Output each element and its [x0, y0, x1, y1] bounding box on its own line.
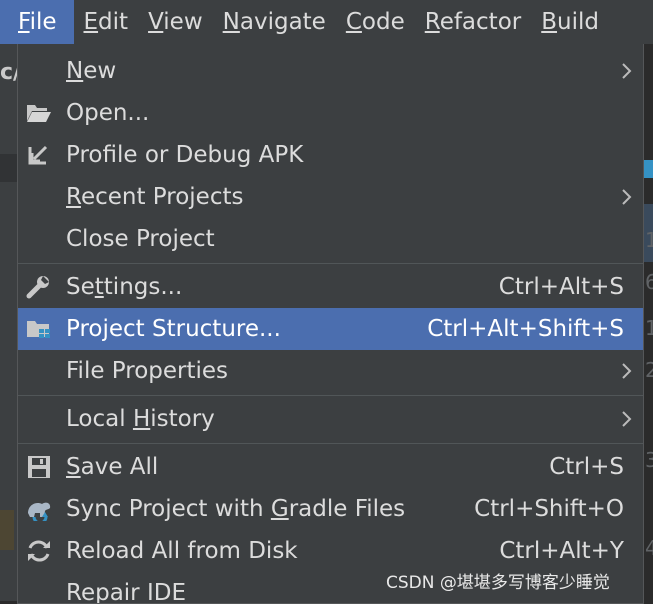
menu-item-open[interactable]: Open... [18, 92, 643, 134]
file-menu-dropdown: New Open... Profile or Debug APK Recent … [17, 44, 644, 604]
menu-item-shortcut: Ctrl+Alt+S [498, 274, 624, 300]
chevron-right-icon [622, 63, 632, 79]
menu-label: ode [361, 9, 405, 35]
menu-mnemonic: E [83, 9, 99, 35]
menu-item-label: Project Structure... [66, 316, 281, 342]
menu-item-label: Sync Project with Gradle Files [66, 496, 406, 522]
menu-item-new[interactable]: New [18, 50, 643, 92]
menu-bar: File Edit View Navigate Code Refactor Bu… [0, 0, 653, 44]
menu-item-label: Repair IDE [66, 580, 186, 604]
menu-label: dit [98, 9, 129, 35]
menu-separator [18, 395, 643, 396]
folder-open-icon [27, 105, 51, 122]
menu-item-label: New [66, 58, 117, 84]
menu-item-shortcut: Ctrl+Alt+Shift+S [427, 316, 624, 342]
gradle-sync-icon [28, 502, 51, 521]
menu-mnemonic: F [18, 9, 30, 35]
menu-label: iew [163, 9, 203, 35]
menu-view[interactable]: View [138, 0, 213, 44]
menu-mnemonic: B [541, 9, 558, 35]
menu-label: uild [557, 9, 599, 35]
menu-item-label: Open... [66, 100, 150, 126]
menu-item-save-all[interactable]: Save All Ctrl+S [18, 446, 643, 488]
editor-highlight [0, 510, 14, 550]
menu-label: ile [29, 9, 57, 35]
menu-label: avigate [239, 9, 326, 35]
line-number: 1 [645, 228, 653, 252]
menu-item-profile-debug-apk[interactable]: Profile or Debug APK [18, 134, 643, 176]
menu-item-label: Local History [66, 406, 215, 432]
menu-item-recent-projects[interactable]: Recent Projects [18, 176, 643, 218]
menu-item-file-properties[interactable]: File Properties [18, 350, 643, 392]
menu-item-shortcut: Ctrl+S [549, 454, 624, 480]
menu-separator [18, 443, 643, 444]
menu-label: efactor [439, 9, 522, 35]
ide-left-panel [0, 44, 18, 601]
chevron-right-icon [622, 411, 632, 427]
wrench-icon [26, 276, 49, 299]
menu-item-project-structure[interactable]: Project Structure... Ctrl+Alt+Shift+S [18, 308, 643, 350]
menu-item-label: File Properties [66, 358, 229, 384]
menu-mnemonic: C [345, 9, 362, 35]
menu-item-label: Settings... [66, 274, 183, 300]
menu-item-label: Save All [66, 454, 159, 480]
menu-item-close-project[interactable]: Close Project [18, 218, 643, 260]
menu-item-local-history[interactable]: Local History [18, 398, 643, 440]
watermark: CSDN @堪堪多写博客少睡觉 [386, 573, 610, 593]
line-number: 4 [645, 536, 653, 560]
menu-build[interactable]: Build [531, 0, 609, 44]
menu-code[interactable]: Code [336, 0, 415, 44]
menu-item-settings[interactable]: Settings... Ctrl+Alt+S [18, 266, 643, 308]
save-icon [28, 456, 50, 478]
line-number: 3 [645, 448, 653, 472]
menu-item-sync-gradle[interactable]: Sync Project with Gradle Files Ctrl+Shif… [18, 488, 643, 530]
menu-item-reload-from-disk[interactable]: Reload All from Disk Ctrl+Alt+Y [18, 530, 643, 572]
menu-item-shortcut: Ctrl+Alt+Y [499, 538, 624, 564]
chevron-right-icon [622, 189, 632, 205]
menu-item-label: Reload All from Disk [66, 538, 298, 564]
line-number: 6 [645, 270, 653, 294]
reload-icon [28, 540, 50, 562]
menu-file[interactable]: File [0, 0, 74, 44]
menu-item-shortcut: Ctrl+Shift+O [474, 496, 624, 522]
project-structure-icon [27, 321, 50, 338]
profile-apk-icon [28, 145, 48, 165]
line-number: 2 [645, 358, 653, 382]
menu-refactor[interactable]: Refactor [415, 0, 532, 44]
menu-edit[interactable]: Edit [74, 0, 139, 44]
menu-mnemonic: R [424, 9, 440, 35]
menu-navigate[interactable]: Navigate [213, 0, 336, 44]
menu-separator [18, 263, 643, 264]
menu-item-label: Close Project [66, 226, 215, 252]
menu-mnemonic: V [148, 9, 164, 35]
line-number: 1 [645, 316, 653, 340]
chevron-right-icon [622, 363, 632, 379]
project-toolbar [0, 154, 18, 182]
menu-item-label: Recent Projects [66, 184, 244, 210]
menu-mnemonic: N [222, 9, 240, 35]
menu-item-label: Profile or Debug APK [66, 142, 304, 168]
